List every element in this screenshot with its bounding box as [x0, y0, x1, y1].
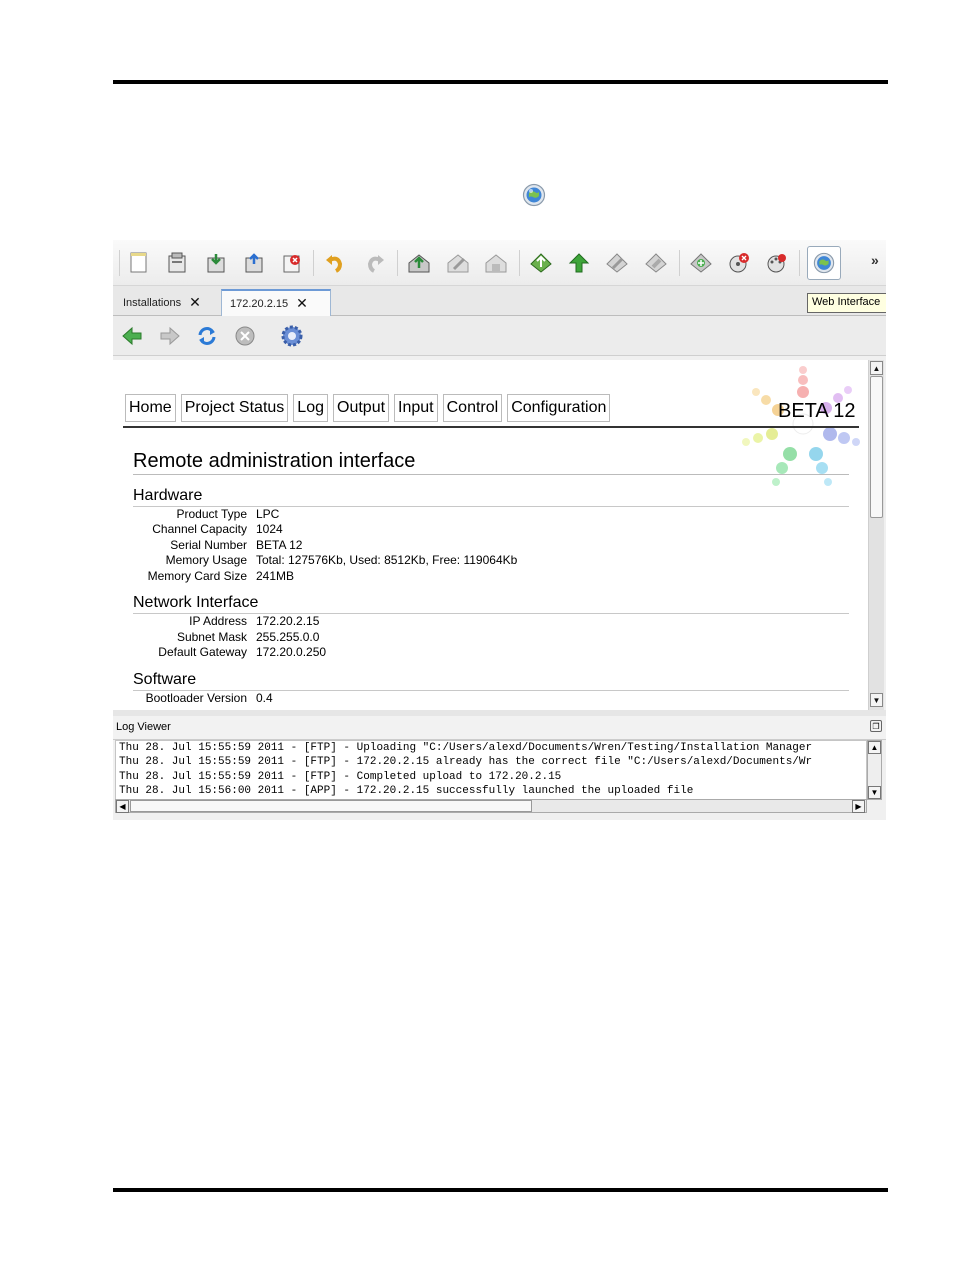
bottom-rule: [113, 1188, 888, 1192]
tab-label: 172.20.2.15: [230, 297, 289, 310]
tool-up-icon[interactable]: [642, 249, 670, 277]
section-title-software: Software: [133, 671, 197, 688]
section-title-hardware: Hardware: [133, 487, 203, 504]
web-interface-icon: [813, 252, 835, 274]
tab-installations[interactable]: Installations ✕: [115, 289, 215, 316]
stop-icon[interactable]: [232, 323, 258, 349]
menu-project-status[interactable]: Project Status: [180, 394, 289, 422]
log-line: Thu 28. Jul 15:55:59 2011 - [FTP] - Comp…: [119, 770, 562, 783]
main-toolbar: »: [113, 240, 886, 286]
tab-label: Installations: [123, 296, 182, 309]
scroll-down-icon[interactable]: ▼: [870, 693, 883, 707]
log-output: Thu 28. Jul 15:55:59 2011 - [FTP] - Uplo…: [115, 740, 867, 800]
log-vertical-scrollbar[interactable]: ▲ ▼: [867, 740, 882, 800]
edit-up-icon[interactable]: [603, 249, 631, 277]
restore-icon[interactable]: ❐: [870, 720, 882, 732]
kv-memory-usage: Memory Usage Total: 127576Kb, Used: 8512K…: [165, 553, 518, 567]
app-window: » Installations ✕ 172.20.2.15 ✕ Web Inte…: [113, 240, 886, 820]
log-line: Thu 28. Jul 15:55:59 2011 - [FTP] - Uplo…: [119, 742, 813, 754]
title-divider: [133, 474, 849, 475]
kv-ip-address: IP Address 172.20.2.15: [189, 614, 320, 628]
undo-icon[interactable]: [321, 249, 349, 277]
scroll-right-icon[interactable]: ▶: [852, 800, 865, 813]
web-interface-button[interactable]: [807, 246, 841, 280]
scroll-up-icon[interactable]: ▲: [868, 741, 881, 754]
menu-output[interactable]: Output: [333, 394, 390, 422]
open-icon[interactable]: [163, 249, 191, 277]
kv-serial-number: Serial Number BETA 12: [170, 538, 303, 552]
tab-device[interactable]: 172.20.2.15 ✕: [221, 289, 331, 316]
house-remove-icon[interactable]: [482, 249, 510, 277]
log-horizontal-scrollbar[interactable]: ◀ ▶: [115, 799, 867, 813]
back-icon[interactable]: [119, 323, 145, 349]
close-icon[interactable]: ✕: [296, 295, 308, 312]
upload-icon[interactable]: [240, 249, 268, 277]
scroll-thumb[interactable]: [870, 376, 883, 518]
house-edit-icon[interactable]: [444, 249, 472, 277]
forward-icon[interactable]: [157, 323, 183, 349]
logo-icon: [742, 366, 860, 486]
menu-divider: [123, 426, 859, 428]
tab-bar: Installations ✕ 172.20.2.15 ✕: [113, 286, 886, 316]
redo-icon[interactable]: [361, 249, 389, 277]
scroll-left-icon[interactable]: ◀: [116, 800, 129, 813]
refresh-icon[interactable]: [194, 323, 220, 349]
kv-subnet-mask: Subnet Mask 255.255.0.0: [176, 630, 320, 644]
web-nav-menu: Home Project Status Log Output Input Con…: [125, 394, 611, 422]
new-icon[interactable]: [125, 249, 153, 277]
web-scrollbar[interactable]: ▲ ▼: [868, 360, 884, 710]
section-title-network: Network Interface: [133, 594, 259, 611]
close-icon[interactable]: ✕: [189, 294, 201, 311]
toolbar-overflow-button[interactable]: »: [871, 252, 879, 268]
kv-product-type: Product Type LPC: [176, 507, 280, 521]
delete-icon[interactable]: [278, 249, 306, 277]
dial-icon[interactable]: [763, 249, 791, 277]
menu-control[interactable]: Control: [442, 394, 503, 422]
web-view: Home Project Status Log Output Input Con…: [113, 360, 868, 710]
scroll-up-icon[interactable]: ▲: [870, 361, 883, 375]
diamond-up-icon[interactable]: [527, 249, 555, 277]
log-viewer-title: Log Viewer: [113, 716, 886, 740]
kv-bootloader-version: Bootloader Version 0.4: [145, 691, 273, 705]
browser-nav-bar: [113, 316, 886, 356]
page-title: Remote administration interface: [133, 450, 416, 472]
log-line: Thu 28. Jul 15:55:59 2011 - [FTP] - 172.…: [119, 756, 813, 769]
menu-log[interactable]: Log: [293, 394, 328, 422]
download-icon[interactable]: [202, 249, 230, 277]
menu-configuration[interactable]: Configuration: [507, 394, 611, 422]
scroll-thumb[interactable]: [130, 800, 532, 812]
dial-stop-icon[interactable]: [725, 249, 753, 277]
house-add-icon[interactable]: [405, 249, 433, 277]
menu-input[interactable]: Input: [394, 394, 438, 422]
puzzle-icon[interactable]: [687, 249, 715, 277]
serial-badge: BETA 12: [778, 400, 856, 422]
menu-home[interactable]: Home: [125, 394, 176, 422]
web-interface-icon: [522, 183, 546, 207]
log-line: Thu 28. Jul 15:56:00 2011 - [APP] - 172.…: [119, 784, 694, 797]
top-rule: [113, 80, 888, 84]
scroll-down-icon[interactable]: ▼: [868, 786, 881, 799]
settings-icon[interactable]: [279, 323, 305, 349]
kv-channel-capacity: Channel Capacity 1024: [152, 522, 283, 536]
kv-default-gateway: Default Gateway 172.20.0.250: [158, 645, 327, 659]
arrow-up-icon[interactable]: [565, 249, 593, 277]
kv-memory-card-size: Memory Card Size 241MB: [147, 569, 295, 583]
tooltip: Web Interface: [807, 293, 886, 313]
